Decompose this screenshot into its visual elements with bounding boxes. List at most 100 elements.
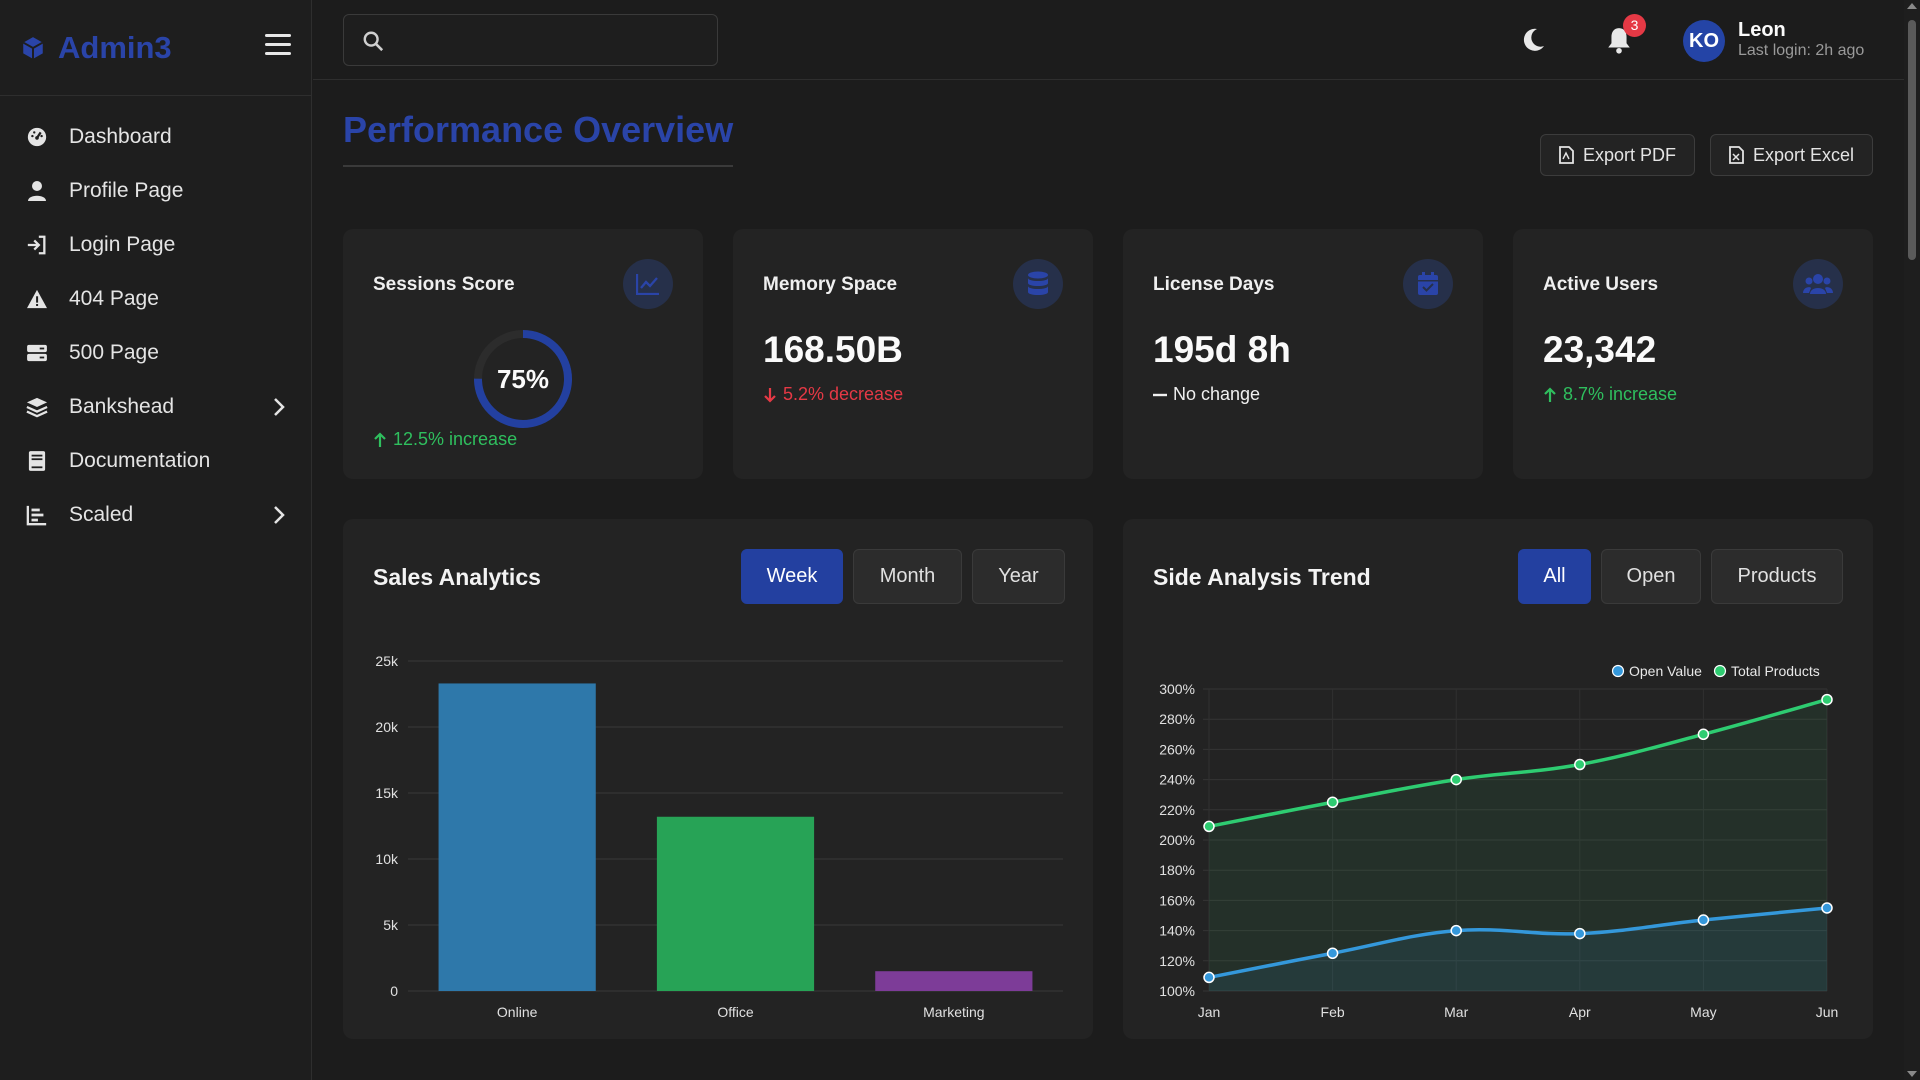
stat-change: No change <box>1153 384 1260 405</box>
y-tick-label: 220% <box>1159 802 1195 818</box>
moon-icon[interactable] <box>1521 27 1545 53</box>
stat-change: 5.2% decrease <box>763 384 903 405</box>
server-icon <box>25 341 49 365</box>
data-point[interactable] <box>1326 947 1339 959</box>
chevron-right-icon <box>274 506 285 524</box>
sidebar-item-login[interactable]: Login Page <box>0 218 311 272</box>
notification-badge: 3 <box>1623 14 1646 37</box>
tab-all[interactable]: All <box>1518 549 1591 604</box>
stat-card-license: License Days 195d 8h No change <box>1123 229 1483 479</box>
y-tick-label: 260% <box>1159 741 1195 757</box>
sidebar: Admin3 Dashboard Profile Page Login Page… <box>0 0 312 1080</box>
search-box[interactable] <box>343 14 718 66</box>
stat-value: 195d 8h <box>1153 329 1291 370</box>
stat-value: 23,342 <box>1543 329 1657 370</box>
last-login: Last login: 2h ago <box>1738 42 1865 59</box>
data-point[interactable] <box>1450 773 1462 786</box>
bar-marketing[interactable] <box>875 971 1033 991</box>
tab-products[interactable]: Products <box>1711 549 1843 604</box>
stat-change-text: 12.5% increase <box>393 429 518 449</box>
data-point[interactable] <box>1574 758 1586 771</box>
sidebar-item-documentation[interactable]: Documentation <box>0 434 311 488</box>
export-pdf-label: Export PDF <box>1583 144 1677 165</box>
x-tick-label: Jun <box>1816 1004 1839 1020</box>
sidebar-item-dashboard[interactable]: Dashboard <box>0 110 311 164</box>
arrow-up-icon <box>374 431 386 447</box>
y-tick-label: 20k <box>375 719 399 735</box>
x-tick-label: Apr <box>1569 1004 1591 1020</box>
book-icon <box>25 449 49 473</box>
sidebar-item-label: Bankshead <box>69 395 175 418</box>
main-content: Performance Overview Export PDF Export E… <box>313 81 1904 1080</box>
tab-month[interactable]: Month <box>853 549 962 604</box>
avatar[interactable]: KO <box>1683 20 1725 62</box>
y-tick-label: 160% <box>1159 892 1195 908</box>
data-point[interactable] <box>1697 728 1710 741</box>
layers-icon <box>25 395 49 419</box>
user-name[interactable]: Leon <box>1738 19 1786 42</box>
y-tick-label: 25k <box>375 653 399 669</box>
search-icon <box>363 31 384 52</box>
export-pdf-button[interactable]: Export PDF <box>1540 134 1696 176</box>
y-tick-label: 15k <box>375 785 399 801</box>
export-excel-label: Export Excel <box>1753 144 1855 165</box>
panel-title: Sales Analytics <box>373 564 541 590</box>
gauge-value: 75% <box>496 364 550 394</box>
scrollbar-thumb[interactable] <box>1908 20 1916 260</box>
sidebar-item-404[interactable]: 404 Page <box>0 272 311 326</box>
data-point[interactable] <box>1821 902 1833 914</box>
brand-name[interactable]: Admin3 <box>58 30 172 66</box>
sidebar-item-profile[interactable]: Profile Page <box>0 164 311 218</box>
sidebar-item-label: Scaled <box>69 503 134 526</box>
legend-marker <box>1611 664 1625 678</box>
bar-office[interactable] <box>656 816 815 991</box>
tab-open[interactable]: Open <box>1601 549 1701 604</box>
stat-card-memory: Memory Space 168.50B 5.2% decrease <box>733 229 1093 479</box>
sidebar-item-scaled[interactable]: Scaled <box>0 488 311 542</box>
data-point[interactable] <box>1203 820 1215 833</box>
tab-week[interactable]: Week <box>741 549 843 604</box>
y-tick-label: 0 <box>390 983 398 999</box>
chevron-right-icon <box>274 398 285 416</box>
y-tick-label: 100% <box>1159 983 1195 999</box>
x-tick-label: Marketing <box>923 1004 984 1020</box>
sidebar-item-label: 500 Page <box>69 341 159 364</box>
sidebar-item-bankshead[interactable]: Bankshead <box>0 380 311 434</box>
x-tick-label: Online <box>497 1004 538 1020</box>
arrow-up-icon <box>1544 386 1556 402</box>
cube-icon <box>22 36 44 59</box>
trend-panel: Side Analysis Trend All Open Products 10… <box>1123 519 1873 1039</box>
x-tick-label: Mar <box>1444 1004 1468 1020</box>
data-point[interactable] <box>1450 924 1462 937</box>
page-scrollbar[interactable] <box>1904 0 1920 1080</box>
chart-bars-icon <box>25 503 49 527</box>
user-icon <box>25 179 49 203</box>
sidebar-item-label: Documentation <box>69 449 211 472</box>
stat-change-text: No change <box>1173 384 1261 404</box>
stat-change-text: 5.2% decrease <box>783 384 904 404</box>
export-excel-button[interactable]: Export Excel <box>1710 134 1874 176</box>
data-point[interactable] <box>1697 914 1710 926</box>
trend-line-chart: 100% 120% 140% 160% 180% 200% 220% 240% 260% 280%… <box>1159 663 1839 1020</box>
bar-online[interactable] <box>438 683 596 991</box>
tab-year[interactable]: Year <box>972 549 1065 604</box>
stat-card-sessions: Sessions Score 75% 12.5% increase <box>343 229 703 479</box>
search-input[interactable] <box>394 25 704 55</box>
data-point[interactable] <box>1574 927 1586 940</box>
line-chart-icon <box>623 259 673 309</box>
y-tick-label: 10k <box>375 851 399 867</box>
data-point[interactable] <box>1203 971 1215 984</box>
scroll-up-icon[interactable] <box>1907 2 1917 10</box>
users-icon <box>1793 259 1843 309</box>
stat-title: Active Users <box>1543 274 1659 295</box>
data-point[interactable] <box>1326 796 1339 808</box>
menu-toggle-icon[interactable] <box>265 34 291 56</box>
sidebar-item-500[interactable]: 500 Page <box>0 326 311 380</box>
sidebar-item-label: Login Page <box>69 233 176 256</box>
gauge-icon <box>25 125 49 149</box>
scroll-down-icon[interactable] <box>1907 1070 1917 1078</box>
x-tick-label: Office <box>717 1004 754 1020</box>
warning-icon <box>25 287 49 311</box>
data-point[interactable] <box>1821 693 1833 706</box>
page-title: Performance Overview <box>343 109 734 167</box>
